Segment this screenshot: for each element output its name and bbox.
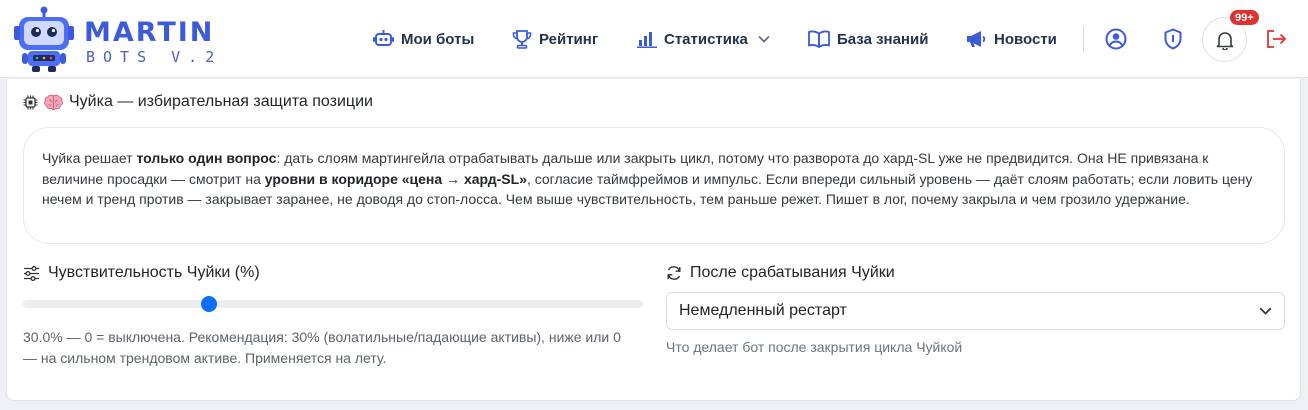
chip-icon — [23, 95, 38, 109]
section-title-text: Чуйка — избирательная защита позиции — [69, 93, 373, 110]
after-trigger-help: Что делает бот после закрытия цикла Чуйк… — [666, 339, 963, 355]
nav-knowledge-base-label: База знаний — [837, 30, 929, 48]
description-text: Чуйка решает только один вопрос: дать сл… — [42, 150, 1252, 207]
sensitivity-label: Чувствительность Чуйки (%) — [23, 262, 260, 284]
chevron-down-icon — [758, 35, 770, 43]
logout-icon — [1267, 30, 1287, 48]
megaphone-icon — [967, 31, 986, 47]
nav-my-bots-label: Мои боты — [401, 30, 475, 48]
nav-rating[interactable]: Рейтинг — [512, 27, 598, 51]
nav-news-label: Новости — [994, 30, 1057, 48]
book-icon — [808, 30, 830, 48]
refresh-icon — [667, 266, 681, 280]
robot-icon — [373, 30, 394, 46]
description-part: Чуйка решает — [42, 150, 137, 166]
after-trigger-select[interactable]: Немедленный рестарт — [666, 292, 1285, 330]
section-title: Чуйка — избирательная защита позиции — [23, 91, 373, 113]
sensitivity-label-text: Чувствительность Чуйки (%) — [48, 264, 260, 281]
bell-icon — [1216, 31, 1233, 50]
nav-knowledge-base[interactable]: База знаний — [808, 27, 928, 51]
description-box: Чуйка решает только один вопрос: дать сл… — [23, 127, 1285, 244]
brand-subtitle: BOTS V.2 — [86, 48, 223, 66]
brand-logo[interactable]: MARTIN BOTS V.2 — [10, 6, 240, 72]
description-bold-part: только один вопрос — [136, 150, 277, 166]
nav-statistics-label: Статистика — [664, 30, 748, 48]
nav-statistics[interactable]: Статистика — [637, 27, 770, 51]
profile-button[interactable] — [1103, 26, 1129, 52]
bar-chart-icon — [637, 32, 657, 48]
after-trigger-label-text: После срабатывания Чуйки — [690, 264, 895, 281]
description-bold-part: уровни в коридоре «цена → хард-SL» — [264, 170, 527, 187]
robot-logo-icon — [14, 6, 74, 72]
after-trigger-label: После срабатывания Чуйки — [666, 262, 895, 284]
logout-button[interactable] — [1263, 26, 1289, 52]
brand-title: MARTIN — [84, 17, 215, 48]
brain-icon — [44, 94, 63, 110]
trophy-icon — [512, 29, 532, 49]
slider-thumb[interactable] — [201, 296, 217, 312]
sensitivity-slider[interactable] — [23, 296, 643, 312]
nav-rating-label: Рейтинг — [539, 30, 599, 48]
shield-icon — [1164, 28, 1182, 50]
sliders-icon — [24, 265, 39, 281]
sensitivity-help: 30.0% — 0 = выключена. Рекомендация: 30%… — [23, 329, 621, 366]
nav-my-bots[interactable]: Мои боты — [373, 27, 474, 51]
chevron-down-icon — [1259, 307, 1272, 315]
top-navbar: MARTIN BOTS V.2 Мои боты Рейтинг Статист… — [0, 0, 1308, 78]
notification-count-badge: 99+ — [1229, 9, 1260, 26]
after-trigger-selected-value: Немедленный рестарт — [679, 302, 847, 319]
user-circle-icon — [1105, 28, 1127, 50]
nav-divider — [1083, 26, 1084, 52]
nav-news[interactable]: Новости — [965, 27, 1057, 51]
security-button[interactable] — [1160, 26, 1186, 52]
chuika-settings-card: Чуйка — избирательная защита позиции Чуй… — [6, 79, 1301, 401]
